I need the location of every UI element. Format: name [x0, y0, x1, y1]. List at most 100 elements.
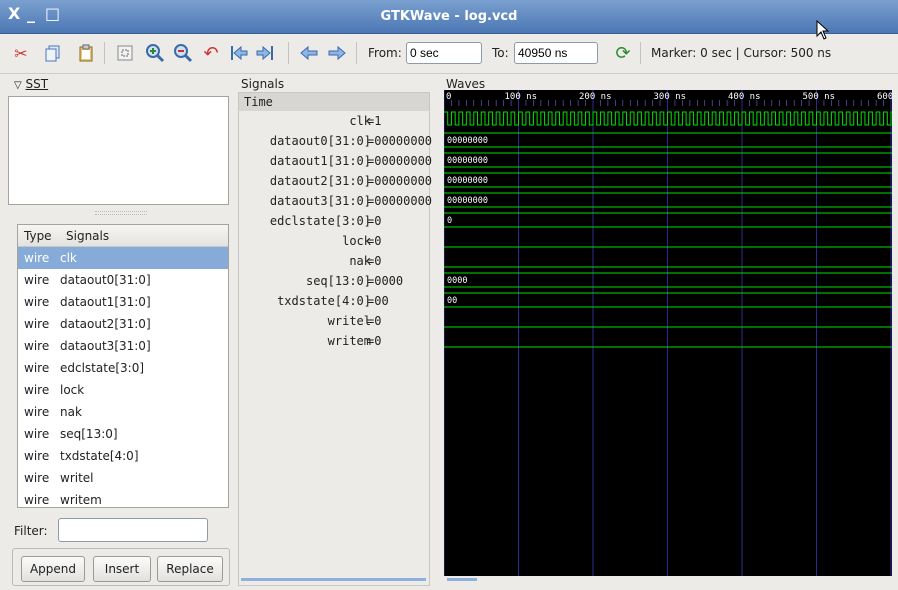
paste-icon[interactable]	[75, 42, 97, 64]
signal-row-name: dataout0[31:0]	[269, 134, 371, 148]
zoom-to-end-icon[interactable]	[254, 42, 276, 64]
clk-waveform	[444, 111, 892, 126]
signal-row-value: =00000000	[367, 134, 433, 148]
sst-hierarchy-tree[interactable]	[8, 96, 229, 205]
sst-expander[interactable]: ▽ SST	[14, 77, 48, 91]
signal-name: edclstate[3:0]	[60, 361, 145, 375]
sst-signal-list[interactable]: Type Signals wire clk wire dataout0[31:0] wi…	[17, 224, 229, 508]
zoom-fit-icon[interactable]	[114, 42, 136, 64]
window-title: GTKWave - log.vcd	[380, 9, 518, 24]
signal-row[interactable]: writem =0	[239, 331, 429, 351]
toolbar-separator	[288, 42, 289, 64]
toolbar: ✂ ↶ From: To: ⟳ Marker: 0 sec | Cursor: …	[0, 34, 898, 74]
signal-name: nak	[60, 405, 82, 419]
signal-list-row[interactable]: wire dataout3[31:0]	[18, 335, 228, 357]
signal-name: lock	[60, 383, 85, 397]
signal-list-row[interactable]: wire dataout2[31:0]	[18, 313, 228, 335]
sst-label: SST	[25, 77, 49, 91]
signal-list-row[interactable]: wire dataout1[31:0]	[18, 291, 228, 313]
signal-row[interactable]: edclstate[3:0] =0	[239, 211, 429, 231]
bus-value-label: 0	[447, 216, 452, 226]
signal-row[interactable]: dataout0[31:0] =00000000	[239, 131, 433, 151]
signal-row-value: =0	[367, 234, 382, 248]
signal-type: wire	[24, 317, 50, 331]
bus-value-label: 00000000	[447, 176, 488, 186]
signal-type: wire	[24, 471, 50, 485]
signal-list-row[interactable]: wire lock	[18, 379, 228, 401]
signal-type: wire	[24, 361, 50, 375]
filter-input[interactable]	[58, 518, 208, 542]
signal-list-row[interactable]: wire txdstate[4:0]	[18, 445, 228, 467]
column-header-signals[interactable]: Signals	[60, 229, 109, 243]
signal-row[interactable]: clk =1	[239, 111, 429, 131]
signal-row[interactable]: txdstate[4:0] =00	[239, 291, 429, 311]
waves-panel-title: Waves	[446, 77, 486, 91]
shift-right-icon[interactable]	[326, 42, 348, 64]
ruler-label: 0	[446, 92, 451, 102]
reload-icon[interactable]: ⟳	[612, 42, 634, 64]
pane-grip[interactable]	[95, 211, 147, 215]
append-button[interactable]: Append	[21, 556, 85, 582]
signal-row[interactable]: dataout2[31:0] =00000000	[239, 171, 432, 191]
time-header: Time	[239, 93, 429, 111]
signal-row-name: writel	[327, 314, 371, 328]
sst-button-bar: Append Insert Replace	[12, 548, 230, 586]
signal-list-row[interactable]: wire seq[13:0]	[18, 423, 228, 445]
signal-row-value: =00	[367, 294, 389, 308]
zoom-out-icon[interactable]	[172, 42, 194, 64]
ruler-label: 400 ns	[728, 92, 761, 102]
bus-value-label: 00000000	[447, 136, 488, 146]
signal-row-value: =1	[367, 114, 382, 128]
signal-row-name: dataout3[31:0]	[269, 194, 371, 208]
copy-icon[interactable]	[42, 42, 64, 64]
replace-button[interactable]: Replace	[157, 556, 223, 582]
signal-list-row[interactable]: wire writem	[18, 489, 228, 507]
signal-name: dataout3[31:0]	[60, 339, 151, 353]
signal-row-value: =0	[367, 314, 382, 328]
column-header-type[interactable]: Type	[18, 229, 60, 243]
ruler-label: 500 ns	[803, 92, 836, 102]
toolbar-separator	[356, 42, 357, 64]
signal-type: wire	[24, 295, 50, 309]
zoom-to-start-icon[interactable]	[228, 42, 250, 64]
signal-type: wire	[24, 493, 50, 507]
insert-button[interactable]: Insert	[93, 556, 151, 582]
signal-list-row[interactable]: wire edclstate[3:0]	[18, 357, 228, 379]
signal-list-row[interactable]: wire writel	[18, 467, 228, 489]
signal-name: writem	[60, 493, 102, 507]
signal-type: wire	[24, 273, 50, 287]
signal-row[interactable]: dataout1[31:0] =00000000	[239, 151, 433, 171]
signal-row[interactable]: dataout3[31:0] =00000000	[239, 191, 433, 211]
signal-name: writel	[60, 471, 94, 485]
signal-row-name: writem	[327, 334, 371, 348]
signals-panel[interactable]: Time clk =1 dataout0[31:0] =00000000 dataout…	[238, 92, 433, 586]
signal-row[interactable]: seq[13:0] =0000	[239, 271, 429, 291]
waves-panel[interactable]: 0 100 ns 200 ns 300 ns 400 ns 500 ns 600 000000…	[444, 90, 892, 576]
cut-icon[interactable]: ✂	[10, 42, 32, 64]
from-time-input[interactable]	[406, 42, 482, 64]
ruler-label: 600	[877, 92, 892, 102]
signal-name: seq[13:0]	[60, 427, 118, 441]
waveform-canvas[interactable]: 0 100 ns 200 ns 300 ns 400 ns 500 ns 600000000…	[444, 90, 892, 576]
signal-list-row[interactable]: wire nak	[18, 401, 228, 423]
signal-type: wire	[24, 449, 50, 463]
shift-left-icon[interactable]	[298, 42, 320, 64]
zoom-in-icon[interactable]	[144, 42, 166, 64]
signal-list-row[interactable]: wire clk	[18, 247, 228, 269]
undo-zoom-icon[interactable]: ↶	[200, 42, 222, 64]
signal-row[interactable]: writel =0	[239, 311, 429, 331]
ruler-label: 100 ns	[505, 92, 538, 102]
signals-scrollbar[interactable]	[241, 578, 426, 581]
ruler-label: 300 ns	[654, 92, 687, 102]
signal-row[interactable]: nak =0	[239, 251, 429, 271]
waves-scrollbar[interactable]	[447, 578, 477, 581]
signal-name: clk	[60, 251, 77, 265]
signal-row[interactable]: lock =0	[239, 231, 429, 251]
signal-list-row[interactable]: wire dataout0[31:0]	[18, 269, 228, 291]
signal-row-value: =00000000	[367, 154, 433, 168]
title-bar: X _ □ GTKWave - log.vcd	[0, 0, 898, 34]
to-time-input[interactable]	[514, 42, 598, 64]
signal-row-value: =00000000	[367, 194, 433, 208]
signal-row-name: seq[13:0]	[305, 274, 371, 288]
from-label: From:	[368, 46, 402, 60]
